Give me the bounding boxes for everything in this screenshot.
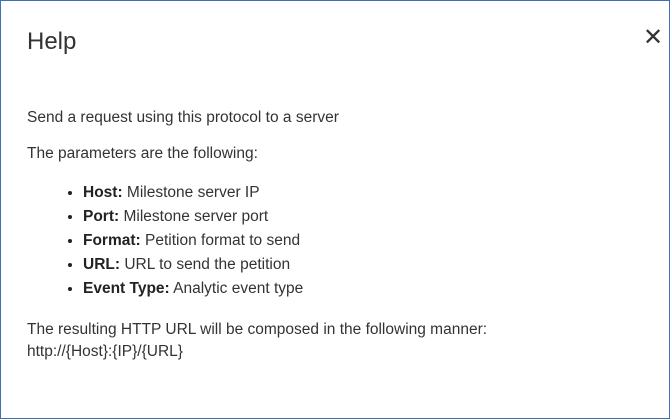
intro-text: Send a request using this protocol to a … bbox=[27, 109, 339, 126]
result-url: http://{Host}:{IP}/{URL} bbox=[27, 343, 183, 360]
param-name: URL: bbox=[83, 256, 121, 273]
param-name: Port: bbox=[83, 208, 120, 225]
close-icon[interactable]: ✕ bbox=[641, 24, 665, 52]
param-description: Milestone server IP bbox=[126, 184, 260, 201]
param-description: Milestone server port bbox=[123, 208, 269, 225]
param-description: Petition format to send bbox=[145, 232, 301, 249]
param-name: Event Type: bbox=[83, 280, 170, 297]
result-text: The resulting HTTP URL will be composed … bbox=[27, 321, 488, 338]
dialog-title: Help bbox=[27, 28, 77, 55]
param-name: Format: bbox=[83, 232, 141, 249]
param-description: URL to send the petition bbox=[124, 256, 291, 273]
params-heading: The parameters are the following: bbox=[27, 145, 258, 162]
list-item: Port: Milestone server port bbox=[83, 205, 647, 229]
list-item: Event Type: Analytic event type bbox=[83, 277, 647, 301]
param-list: Host: Milestone server IP Port: Mileston… bbox=[27, 181, 647, 301]
param-description: Analytic event type bbox=[173, 280, 304, 297]
result-block: The resulting HTTP URL will be composed … bbox=[27, 319, 647, 363]
dialog-content: Send a request using this protocol to a … bbox=[27, 107, 647, 363]
list-item: URL: URL to send the petition bbox=[83, 253, 647, 277]
list-item: Host: Milestone server IP bbox=[83, 181, 647, 205]
help-dialog: Help ✕ Send a request using this protoco… bbox=[0, 0, 670, 419]
list-item: Format: Petition format to send bbox=[83, 229, 647, 253]
param-name: Host: bbox=[83, 184, 123, 201]
